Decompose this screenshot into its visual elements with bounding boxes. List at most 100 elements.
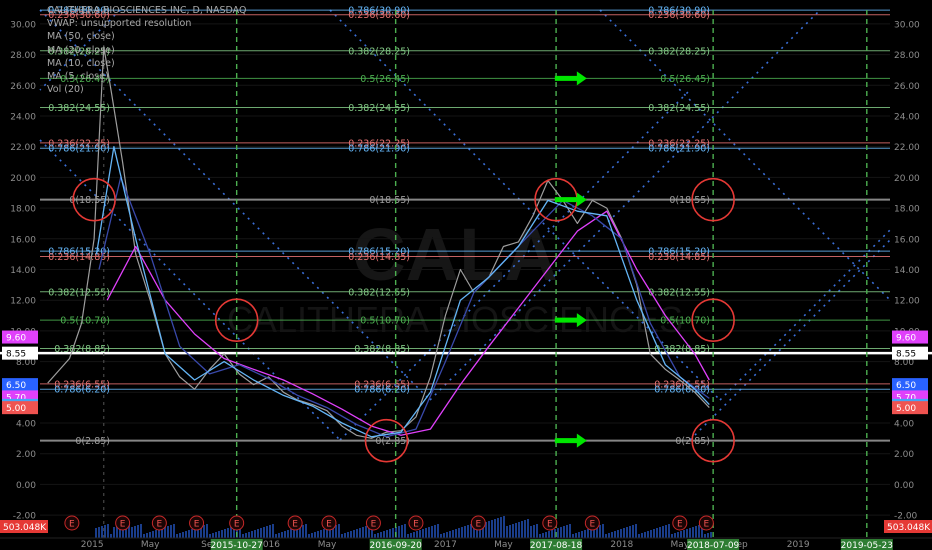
price-badge-label: 9.60 xyxy=(896,334,916,344)
volume-bar xyxy=(605,534,607,538)
volume-bar xyxy=(644,532,646,538)
fib-label: 0.5(10.70) xyxy=(660,316,710,327)
y-tick-label-right: 22.00 xyxy=(894,143,920,153)
volume-bar xyxy=(260,528,262,538)
volume-bar xyxy=(527,519,529,538)
volume-bar xyxy=(662,526,664,538)
volume-bar xyxy=(704,534,706,538)
volume-bar xyxy=(173,524,175,538)
volume-bar xyxy=(533,525,535,538)
volume-bar xyxy=(503,516,505,538)
date-badge-label: 2016-09-20 xyxy=(370,541,423,550)
volume-bar xyxy=(581,531,583,538)
volume-bar xyxy=(263,527,265,538)
volume-bar xyxy=(257,529,259,538)
volume-bar xyxy=(182,532,184,538)
volume-bar xyxy=(692,527,694,538)
x-tick-label: 2017 xyxy=(434,540,457,550)
y-tick-label-right: 14.00 xyxy=(894,266,920,276)
x-axis: 2015 May Sep 2016 May 2017 May 2018 May Sep 201920… xyxy=(0,537,932,550)
event-marker-label: E xyxy=(413,520,419,530)
volume-bar xyxy=(242,534,244,538)
legend-item-vol[interactable]: Vol (20) xyxy=(47,83,247,96)
y-tick-label-left: 2.00 xyxy=(16,450,36,460)
y-tick-label-right: 18.00 xyxy=(894,205,920,215)
x-tick-label: May xyxy=(141,540,160,550)
y-tick-label-left: 18.00 xyxy=(10,205,36,215)
volume-bar xyxy=(566,525,568,538)
volume-bar xyxy=(245,533,247,538)
volume-bar xyxy=(464,526,466,538)
volume-bar xyxy=(323,529,325,538)
y-tick-label-right: 12.00 xyxy=(894,297,920,307)
volume-bar xyxy=(680,531,682,538)
volume-bar xyxy=(275,534,277,538)
volume-bar xyxy=(389,529,391,538)
volume-bar xyxy=(557,528,559,538)
volume-bar xyxy=(488,521,490,538)
event-marker-label: E xyxy=(292,520,298,530)
volume-bar xyxy=(179,533,181,538)
fib-label: 0.382(24.55) xyxy=(348,103,410,114)
volume-bar xyxy=(668,524,670,538)
volume-bar xyxy=(359,528,361,538)
fib-label: 0.382(28.25) xyxy=(648,46,710,57)
volume-bar xyxy=(569,524,571,538)
volume-bar xyxy=(458,528,460,538)
price-badge-label: 6.50 xyxy=(6,381,26,391)
event-marker-label: E xyxy=(704,520,710,530)
legend-item-ma20[interactable]: MA (20, close) xyxy=(47,44,247,57)
event-marker-label: E xyxy=(194,520,200,530)
volume-bar xyxy=(491,520,493,538)
fib-label: 0.786(21.90) xyxy=(348,144,410,155)
volume-bar xyxy=(638,534,640,538)
volume-bar xyxy=(707,533,709,538)
volume-bar xyxy=(311,533,313,538)
legend-item-ma5[interactable]: MA (5, close) xyxy=(47,70,247,83)
event-marker-label: E xyxy=(589,520,595,530)
legend-item-ma10[interactable]: MA (10, close) xyxy=(47,57,247,70)
volume-bar xyxy=(467,525,469,538)
volume-bar xyxy=(560,527,562,538)
volume-bar xyxy=(203,525,205,538)
event-marker-label: E xyxy=(475,520,481,530)
volume-bar xyxy=(167,526,169,538)
volume-bar xyxy=(353,530,355,538)
volume-bar xyxy=(377,533,379,538)
volume-bar xyxy=(176,534,178,538)
volume-bar xyxy=(206,524,208,538)
legend-item-ma50[interactable]: MA (50, close) xyxy=(47,30,247,43)
volume-bar xyxy=(536,524,538,538)
volume-bar xyxy=(425,528,427,538)
x-tick-label: May xyxy=(494,540,513,550)
fan-line xyxy=(429,9,821,401)
volume-bar xyxy=(524,520,526,538)
volume-bar xyxy=(95,528,97,538)
legend-item-vwap[interactable]: VWAP: unsupported resolution xyxy=(47,17,247,30)
volume-bar xyxy=(518,522,520,538)
volume-bar xyxy=(515,523,517,538)
y-tick-label-right: 16.00 xyxy=(894,235,920,245)
volume-bar xyxy=(281,532,283,538)
fib-label: 0(18.55) xyxy=(369,195,410,206)
volume-bar xyxy=(407,534,409,538)
volume-bar xyxy=(140,524,142,538)
event-marker-label: E xyxy=(69,520,75,530)
price-badge-label: 6.50 xyxy=(896,381,916,391)
volume-bar xyxy=(710,532,712,538)
volume-bar xyxy=(578,532,580,538)
volume-bar xyxy=(278,533,280,538)
y-tick-label-left: 20.00 xyxy=(10,174,36,184)
volume-bar xyxy=(608,533,610,538)
volume-bar xyxy=(509,525,511,538)
watermark-company: CALITHERA BIOSCIENCES xyxy=(227,299,683,340)
volume-bar xyxy=(686,529,688,538)
volume-bar xyxy=(419,530,421,538)
legend: CALITHERA BIOSCIENCES INC, D, NASDAQ VWA… xyxy=(47,4,247,96)
event-marker-label: E xyxy=(120,520,126,530)
volume-bar xyxy=(164,527,166,538)
volume-bar xyxy=(455,529,457,538)
volume-bar xyxy=(449,531,451,538)
volume-bar xyxy=(191,529,193,538)
y-tick-label-right: 30.00 xyxy=(894,20,920,30)
